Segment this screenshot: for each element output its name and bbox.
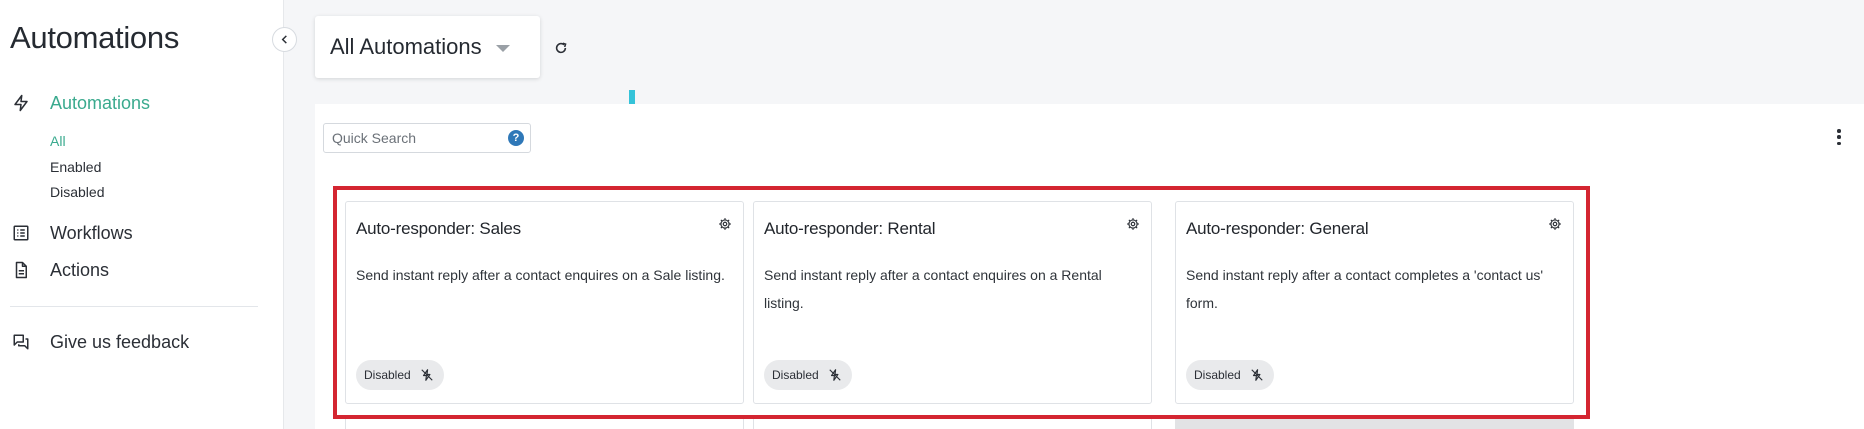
document-icon [10, 259, 32, 281]
card-description: Send instant reply after a contact enqui… [764, 267, 1102, 311]
status-label: Disabled [364, 368, 411, 382]
automations-app: Automations Automations All Enabled Disa… [0, 0, 1864, 429]
quick-search: ? [323, 123, 531, 153]
card-title: Auto-responder: Rental [764, 219, 936, 238]
automation-card-rental[interactable]: Auto-responder: Rental Send instant repl… [753, 201, 1152, 404]
status-chip[interactable]: Disabled [356, 360, 444, 390]
automation-card-peek [753, 417, 1152, 429]
status-label: Disabled [1194, 368, 1241, 382]
status-chip[interactable]: Disabled [764, 360, 852, 390]
subnav-item-all[interactable]: All [50, 133, 66, 149]
automation-card-peek [1175, 417, 1574, 429]
view-title: All Automations [330, 34, 482, 59]
sidebar-item-automations[interactable]: Automations [10, 92, 150, 114]
flash-off-icon [1250, 368, 1264, 382]
card-title: Auto-responder: General [1186, 219, 1369, 238]
refresh-button[interactable] [552, 39, 570, 57]
card-description: Send instant reply after a contact compl… [1186, 267, 1544, 311]
gear-icon[interactable] [1126, 217, 1140, 231]
dot [1837, 129, 1841, 133]
sidebar-title: Automations [10, 20, 180, 55]
refresh-icon [555, 42, 567, 54]
chevron-left-icon [281, 35, 287, 44]
gear-icon[interactable] [718, 217, 732, 231]
sidebar-item-label: Workflows [50, 222, 133, 243]
dot [1837, 141, 1841, 145]
dot [1837, 135, 1841, 139]
search-input[interactable] [330, 129, 500, 147]
subnav-item-disabled[interactable]: Disabled [50, 184, 104, 200]
list-icon [10, 222, 32, 244]
sidebar-item-label: Actions [50, 259, 110, 280]
sidebar-divider [10, 306, 258, 307]
collapse-sidebar-button[interactable] [272, 27, 297, 52]
automations-panel: ? Auto-responder: Sales Send instant rep… [315, 104, 1864, 429]
automation-card-general[interactable]: Auto-responder: General Send instant rep… [1175, 201, 1574, 404]
lightning-icon [10, 92, 32, 114]
gear-icon[interactable] [1548, 217, 1562, 231]
flash-off-icon [420, 368, 434, 382]
status-chip[interactable]: Disabled [1186, 360, 1274, 390]
card-description: Send instant reply after a contact enqui… [356, 267, 725, 283]
caret-down-icon [495, 44, 510, 52]
help-icon[interactable]: ? [508, 130, 524, 146]
more-options-button[interactable] [1834, 126, 1844, 148]
flash-off-icon [828, 368, 842, 382]
sidebar-item-actions[interactable]: Actions [10, 259, 109, 281]
feedback-label: Give us feedback [50, 331, 190, 352]
status-label: Disabled [772, 368, 819, 382]
subnav-item-enabled[interactable]: Enabled [50, 159, 101, 175]
view-selector-dropdown[interactable]: All Automations [315, 16, 540, 78]
automation-card-sales[interactable]: Auto-responder: Sales Send instant reply… [345, 201, 744, 404]
card-title: Auto-responder: Sales [356, 219, 521, 238]
sidebar: Automations Automations All Enabled Disa… [0, 0, 284, 429]
sidebar-item-workflows[interactable]: Workflows [10, 222, 133, 244]
sidebar-item-label: Automations [50, 92, 151, 113]
automation-card-peek [345, 417, 744, 429]
feedback-icon [10, 331, 32, 353]
feedback-link[interactable]: Give us feedback [10, 331, 189, 353]
